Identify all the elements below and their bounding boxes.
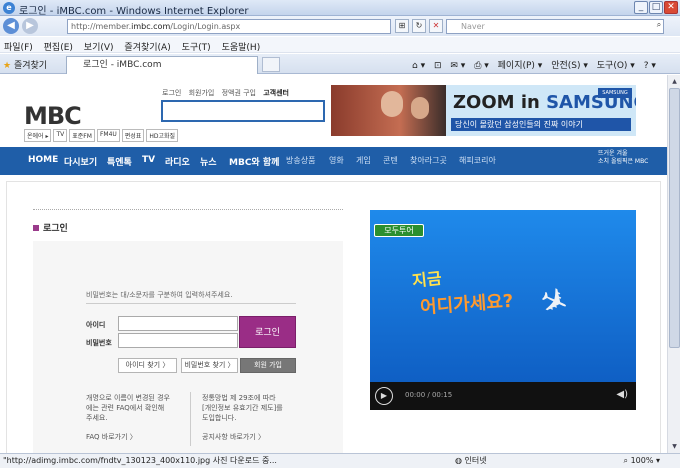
id-label: 아이디 xyxy=(86,321,106,329)
zone-label: 인터넷 xyxy=(464,456,487,465)
menu-file[interactable]: 파일(F) xyxy=(0,37,37,53)
home-icon[interactable]: ⌂ ▾ xyxy=(412,61,425,71)
zoom-value: 100% xyxy=(630,456,654,465)
password-hint: 비밀번호는 대/소문자를 구분하여 입력하셔주세요. xyxy=(86,291,233,299)
login-heading: 로그인 xyxy=(33,221,68,234)
safety-menu[interactable]: 안전(S) ▾ xyxy=(551,61,588,71)
scroll-thumb[interactable] xyxy=(669,88,680,348)
rename-note-line-2: 에는 관련 FAQ에서 확인해 xyxy=(86,404,165,412)
faq-link[interactable]: FAQ 바로가기 〉 xyxy=(86,432,137,442)
menu-view[interactable]: 보기(V) xyxy=(80,37,118,53)
rename-note: 개명으로 이름이 변경된 경우 에는 관련 FAQ에서 확인해 주세요. xyxy=(86,393,170,423)
status-text: "http://adimg.imbc.com/fndtv_130123_400x… xyxy=(3,456,277,465)
feeds-icon[interactable]: ⊡ xyxy=(434,61,442,71)
heading-bullet-icon xyxy=(33,225,39,231)
notes-separator xyxy=(190,392,191,446)
divider xyxy=(33,209,343,210)
status-bar: "http://adimg.imbc.com/fndtv_130123_400x… xyxy=(0,453,680,468)
rename-note-line-3: 주세요. xyxy=(86,414,108,422)
vertical-scrollbar[interactable]: ▲ ▼ xyxy=(667,75,680,453)
video-player[interactable]: 모두투어 지금 어디가세요? ✈ ▶ 00:00 / 00:15 ◀) xyxy=(370,210,636,410)
favorites-button[interactable]: ★ 즐겨찾기 xyxy=(3,58,47,71)
password-label: 비밀번호 xyxy=(86,339,112,347)
new-tab-button[interactable] xyxy=(262,57,280,72)
scroll-up-icon[interactable]: ▲ xyxy=(669,76,680,87)
favorites-label: 즐겨찾기 xyxy=(13,61,48,71)
find-password-button[interactable]: 비밀번호 찾기 〉 xyxy=(181,358,238,373)
find-id-button[interactable]: 아이디 찾기 〉 xyxy=(118,358,177,373)
video-controls: ▶ 00:00 / 00:15 ◀) xyxy=(370,382,636,410)
help-icon[interactable]: ? ▾ xyxy=(644,61,656,71)
window-title: 로그인 - iMBC.com - Windows Internet Explor… xyxy=(19,6,249,17)
privacy-note-line-2: [개인정보 유효기간 제도]를 xyxy=(202,404,283,412)
video-time: 00:00 / 00:15 xyxy=(405,391,453,399)
tools-menu[interactable]: 도구(O) ▾ xyxy=(597,61,635,71)
login-button[interactable]: 로그인 xyxy=(239,316,296,348)
compat-view-icon[interactable]: ⊞ xyxy=(395,19,409,33)
url-path: /Login/Login.aspx xyxy=(170,22,241,31)
address-input[interactable]: http://member.imbc.com/Login/Login.aspx xyxy=(67,19,391,34)
internet-zone: ◍ 인터넷 xyxy=(455,456,487,465)
forward-button[interactable]: ▶ xyxy=(22,18,38,34)
ie-logo-icon: e xyxy=(3,2,15,14)
zoom-level[interactable]: ⌕ 100% ▾ xyxy=(624,454,660,468)
address-toolbar: ◀ ▶ http://member.imbc.com/Login/Login.a… xyxy=(0,16,680,36)
video-caption-1: 지금 xyxy=(411,268,443,291)
maximize-button[interactable]: □ xyxy=(649,1,663,14)
page-menu[interactable]: 페이지(P) ▾ xyxy=(498,61,543,71)
minimize-button[interactable]: _ xyxy=(634,1,648,14)
refresh-icon[interactable]: ↻ xyxy=(412,19,426,33)
volume-icon[interactable]: ◀) xyxy=(616,389,628,400)
menu-bar: 파일(F) 편집(E) 보기(V) 즐겨찾기(A) 도구(T) 도움말(H) xyxy=(0,37,680,53)
star-icon: ★ xyxy=(3,61,12,71)
privacy-note: 정통망법 제 29조에 따라 [개인정보 유효기간 제도]를 도입합니다. xyxy=(202,393,283,423)
stop-icon[interactable]: ✕ xyxy=(429,19,443,33)
password-input[interactable] xyxy=(118,333,238,348)
scroll-down-icon[interactable]: ▼ xyxy=(669,441,680,452)
menu-favorites[interactable]: 즐겨찾기(A) xyxy=(120,37,174,53)
mail-icon[interactable]: ✉ ▾ xyxy=(450,61,465,71)
menu-tools[interactable]: 도구(T) xyxy=(178,37,215,53)
join-button[interactable]: 회원 가입 xyxy=(240,358,296,373)
privacy-note-line-3: 도입합니다. xyxy=(202,414,237,422)
close-button[interactable]: ✕ xyxy=(664,1,678,14)
command-bar: ⌂ ▾ ⊡ ✉ ▾ ⎙ ▾ 페이지(P) ▾ 안전(S) ▾ 도구(O) ▾ ?… xyxy=(412,58,662,71)
menu-help[interactable]: 도움말(H) xyxy=(218,37,265,53)
window-title-bar: e 로그인 - iMBC.com - Windows Internet Expl… xyxy=(0,0,680,17)
play-icon[interactable]: ▶ xyxy=(375,387,393,405)
notice-link[interactable]: 공지사항 바로가기 〉 xyxy=(202,432,265,442)
url-prefix: http://member. xyxy=(71,22,132,31)
url-domain: imbc.com xyxy=(131,22,171,31)
login-title: 로그인 xyxy=(43,224,68,234)
hint-divider xyxy=(86,303,296,304)
id-input[interactable] xyxy=(118,316,238,331)
tab-login[interactable]: 로그인 - iMBC.com xyxy=(66,56,258,74)
rename-note-line-1: 개명으로 이름이 변경된 경우 xyxy=(86,394,170,402)
tab-bar: ★ 즐겨찾기 로그인 - iMBC.com ⌂ ▾ ⊡ ✉ ▾ ⎙ ▾ 페이지(… xyxy=(0,54,680,74)
print-icon[interactable]: ⎙ ▾ xyxy=(474,61,489,71)
menu-edit[interactable]: 편집(E) xyxy=(40,37,77,53)
video-badge: 모두투어 xyxy=(374,224,424,237)
privacy-note-line-1: 정통망법 제 29조에 따라 xyxy=(202,394,276,402)
search-input[interactable]: Naver xyxy=(446,19,664,34)
login-page: 로그인 비밀번호는 대/소문자를 구분하여 입력하셔주세요. 아이디 비밀번호 … xyxy=(0,75,667,453)
back-button[interactable]: ◀ xyxy=(3,18,19,34)
search-icon[interactable]: ⌕ xyxy=(652,19,666,33)
